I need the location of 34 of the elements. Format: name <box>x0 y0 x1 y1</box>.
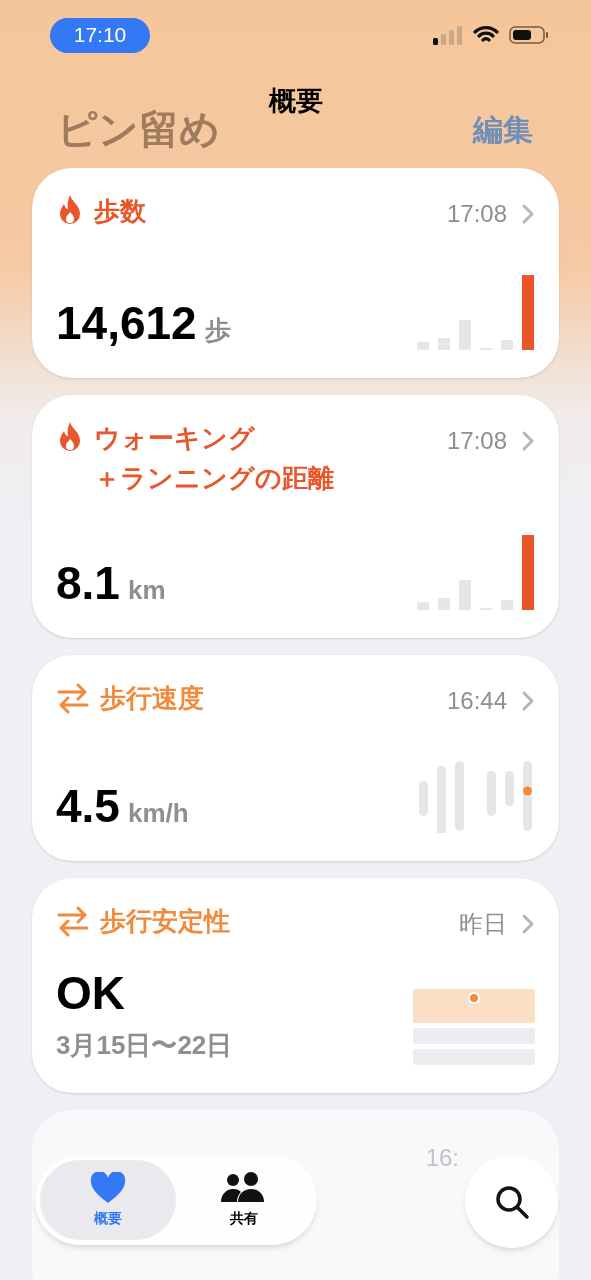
chevron-right-icon <box>521 913 535 935</box>
card-time: 昨日 <box>459 909 507 939</box>
summary-card[interactable]: ウォーキング ＋ランニングの距離 17:08 8.1 km <box>32 395 559 638</box>
card-title: 歩数 <box>94 195 146 228</box>
pinned-title: ピン留め <box>57 106 220 153</box>
date-range-text: 3月15日〜22日 <box>56 1029 233 1062</box>
card-title: ＋ランニングの距離 <box>94 462 334 495</box>
chevron-right-icon <box>521 690 535 712</box>
wifi-icon <box>473 25 499 45</box>
value-text: 4.5 <box>56 783 120 829</box>
unit-text: 歩 <box>204 314 231 347</box>
signal-icon <box>433 25 463 45</box>
page-title: 概要 <box>268 85 323 118</box>
unit-text: km <box>127 574 166 607</box>
search-icon <box>493 1183 530 1220</box>
status-time: 17:10 <box>50 17 150 53</box>
card-time: 17:08 <box>446 199 507 229</box>
summary-card[interactable]: 歩数 17:08 14,612 歩 <box>32 168 559 378</box>
tab[interactable]: 共有 <box>176 1160 312 1240</box>
card-time: 16:44 <box>446 686 507 716</box>
heart-icon <box>90 1171 126 1204</box>
card-title: 歩行安定性 <box>100 905 230 938</box>
unit-text: km/h <box>127 797 189 830</box>
summary-card[interactable]: 歩行安定性 昨日 OK 3月15日〜22日 <box>32 878 559 1093</box>
value-text: 14,612 <box>56 300 197 346</box>
value-text: OK <box>56 970 125 1016</box>
value-text: 8.1 <box>56 560 120 606</box>
card-time: 17:08 <box>446 426 507 456</box>
chevron-right-icon <box>521 430 535 452</box>
card-title: 歩行速度 <box>100 682 204 715</box>
chevron-right-icon <box>521 203 535 225</box>
summary-card[interactable]: 歩行速度 16:44 4.5 km/h <box>32 655 559 861</box>
battery-icon <box>509 25 549 45</box>
card-title: ウォーキング <box>94 422 255 455</box>
